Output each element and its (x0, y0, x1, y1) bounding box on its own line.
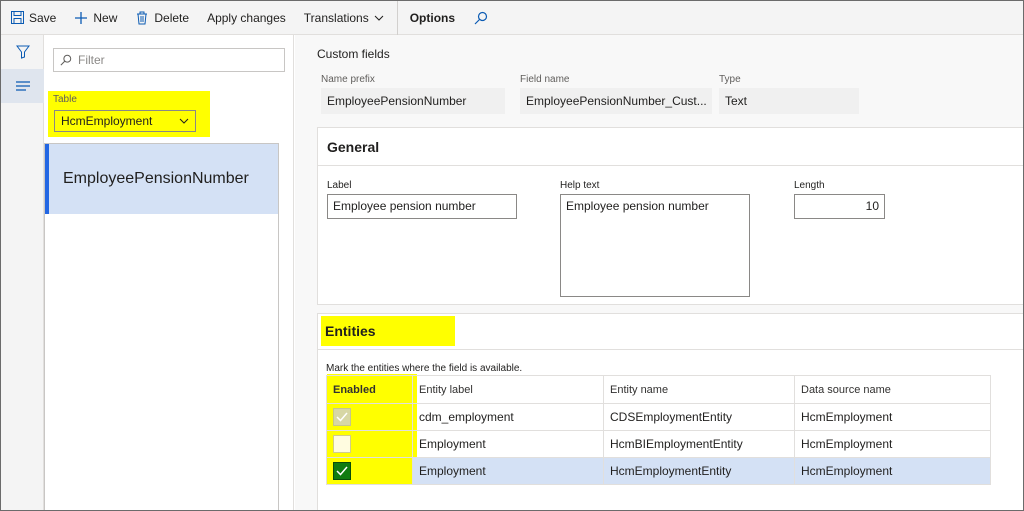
list-pane: Table HcmEmployment EmployeePensionNumbe… (44, 35, 294, 510)
enabled-cell (326, 457, 413, 485)
options-tab[interactable]: Options (396, 1, 464, 35)
grid-header-row: Enabled Entity label Entity name Data so… (326, 375, 991, 404)
entities-grid: Enabled Entity label Entity name Data so… (326, 375, 991, 485)
trash-icon (135, 11, 149, 25)
search-icon (60, 54, 72, 66)
funnel-icon (15, 45, 30, 59)
type-label: Type (719, 74, 741, 85)
entities-divider (317, 349, 1023, 350)
entities-heading: Entities (325, 323, 376, 339)
custom-field-list: EmployeePensionNumber (44, 143, 279, 510)
table-label: Table (53, 94, 77, 105)
search-button[interactable] (464, 1, 498, 35)
general-section: General Label Employee pension number He… (317, 127, 1023, 305)
chevron-down-icon (374, 15, 384, 21)
search-icon (474, 11, 488, 25)
delete-button[interactable]: Delete (126, 1, 198, 35)
column-header-entity-name[interactable]: Entity name (603, 375, 795, 404)
entity-name-cell: CDSEmploymentEntity (603, 403, 795, 431)
details-pane: Custom fields Name prefix EmployeePensio… (295, 35, 1023, 510)
enabled-checkbox[interactable] (333, 462, 351, 480)
action-toolbar: Save New Delete Apply changes Translatio… (1, 1, 1023, 35)
table-dropdown[interactable]: HcmEmployment (54, 110, 196, 132)
enabled-checkbox (333, 408, 351, 426)
delete-label: Delete (154, 10, 190, 25)
list-icon (15, 80, 30, 92)
enabled-checkbox[interactable] (333, 435, 351, 453)
save-button[interactable]: Save (1, 1, 65, 35)
list-pane-button[interactable] (1, 69, 44, 103)
field-name-field: EmployeePensionNumber_Cust... (520, 88, 712, 114)
table-row[interactable]: Employment HcmEmploymentEntity HcmEmploy… (326, 457, 991, 485)
list-item-label: EmployeePensionNumber (63, 170, 249, 187)
help-text-input[interactable]: Employee pension number (560, 194, 750, 297)
entity-name-cell: HcmEmploymentEntity (603, 457, 795, 485)
navigation-rail (1, 35, 44, 510)
filter-input[interactable] (78, 53, 278, 67)
new-label: New (93, 10, 118, 25)
data-source-cell: HcmEmployment (794, 457, 991, 485)
translations-label: Translations (303, 10, 369, 25)
entity-label-cell: cdm_employment (412, 403, 604, 431)
entity-label-cell: Employment (412, 457, 604, 485)
filter-pane-button[interactable] (1, 35, 44, 69)
length-input[interactable]: 10 (794, 194, 885, 219)
translations-menu[interactable]: Translations (295, 1, 393, 35)
name-prefix-field: EmployeePensionNumber (321, 88, 505, 114)
custom-fields-title: Custom fields (317, 47, 390, 61)
enabled-cell (326, 430, 413, 458)
data-source-cell: HcmEmployment (794, 403, 991, 431)
general-heading: General (327, 138, 380, 155)
enabled-cell (326, 403, 413, 431)
save-icon (10, 11, 24, 25)
entities-header[interactable]: Entities (321, 316, 455, 346)
table-row[interactable]: cdm_employment CDSEmploymentEntity HcmEm… (326, 403, 991, 431)
filter-box[interactable] (53, 48, 285, 72)
app-window: Save New Delete Apply changes Translatio… (0, 0, 1024, 511)
new-button[interactable]: New (65, 1, 126, 35)
chevron-down-icon (179, 118, 189, 124)
list-item[interactable]: EmployeePensionNumber (45, 144, 278, 214)
table-dropdown-value: HcmEmployment (61, 114, 153, 128)
save-label: Save (29, 10, 57, 25)
column-header-data-source-name[interactable]: Data source name (794, 375, 991, 404)
label-input[interactable]: Employee pension number (327, 194, 517, 219)
field-name-label: Field name (520, 74, 570, 85)
plus-icon (74, 11, 88, 25)
options-label: Options (409, 10, 456, 25)
length-label: Length (794, 180, 825, 191)
help-text-label: Help text (560, 180, 600, 191)
apply-changes-button[interactable]: Apply changes (198, 1, 295, 35)
column-header-entity-label[interactable]: Entity label (412, 375, 604, 404)
column-header-enabled[interactable]: Enabled (326, 375, 413, 404)
table-row[interactable]: Employment HcmBIEmploymentEntity HcmEmpl… (326, 430, 991, 458)
entity-name-cell: HcmBIEmploymentEntity (603, 430, 795, 458)
general-header[interactable]: General (318, 128, 1023, 166)
entities-instruction: Mark the entities where the field is ava… (326, 363, 523, 374)
name-prefix-label: Name prefix (321, 74, 375, 85)
apply-changes-label: Apply changes (207, 10, 286, 25)
label-field-label: Label (327, 180, 352, 191)
data-source-cell: HcmEmployment (794, 430, 991, 458)
type-field: Text (719, 88, 859, 114)
entity-label-cell: Employment (412, 430, 604, 458)
